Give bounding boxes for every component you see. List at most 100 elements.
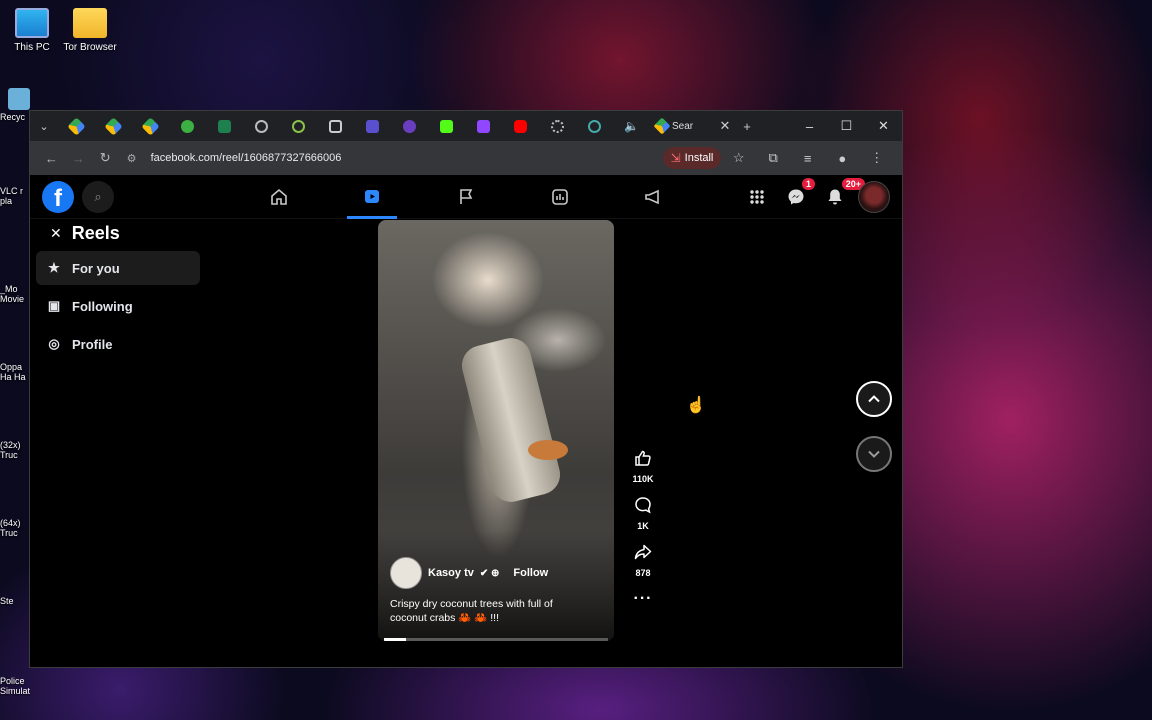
desktop-left-icon-truc64[interactable]: (64x) Truc <box>0 518 30 538</box>
tab-purple-1[interactable] <box>354 113 391 139</box>
sidebar-item-label: For you <box>72 260 120 276</box>
st-icon <box>218 119 231 133</box>
reel-caption: Crispy dry coconut trees with full of co… <box>390 598 553 624</box>
speaker-icon: 🔈 <box>624 119 639 133</box>
sidebar-item-label: Following <box>72 298 133 314</box>
desktop-left-icon-police[interactable]: Police Simulat... <box>0 676 30 696</box>
desktop-icon-tor-browser[interactable]: Tor Browser <box>58 8 122 53</box>
thumbs-up-icon <box>628 449 658 471</box>
desktop-icon-label: This PC <box>14 42 50 53</box>
video-progress-bar[interactable] <box>384 638 608 641</box>
sidebar-item-profile[interactable]: ◎ Profile <box>36 327 200 361</box>
reload-button[interactable]: ↻ <box>92 150 119 166</box>
install-button[interactable]: ⇲ Install <box>662 147 722 169</box>
share-action[interactable]: 878 <box>628 543 658 578</box>
messenger-badge: 1 <box>800 177 816 191</box>
omnibox[interactable]: ⚙ facebook.com/reel/1606877327666006 <box>123 145 663 171</box>
desktop-icon-label: Oppa Ha Ha <box>0 362 26 382</box>
tab-kick[interactable] <box>428 113 465 139</box>
reel-author: Kasoy tv ✔ ⊕ Follow <box>390 557 548 589</box>
tab-drive-1[interactable] <box>58 113 95 139</box>
ads-nav-icon[interactable] <box>628 175 678 219</box>
facebook-logo-icon[interactable]: f <box>42 181 74 213</box>
desktop-icon-this-pc[interactable]: This PC <box>0 8 64 53</box>
tab-active[interactable]: Sear <box>650 113 714 139</box>
tab-youtube[interactable] <box>502 113 539 139</box>
close-button[interactable]: ✕ <box>865 111 902 141</box>
reels-nav-icon[interactable] <box>347 175 397 219</box>
facebook-topbar: f ⌕ 1 20+ <box>30 175 902 219</box>
account-avatar[interactable] <box>858 181 890 213</box>
home-nav-icon[interactable] <box>254 175 304 219</box>
more-options-icon[interactable]: ··· <box>628 590 658 608</box>
profile-icon[interactable]: ● <box>825 151 860 166</box>
follow-button[interactable]: Follow <box>513 567 548 579</box>
tab-loading[interactable] <box>539 113 576 139</box>
search-tab-icon <box>588 119 601 133</box>
like-action[interactable]: 110K <box>628 449 658 484</box>
desktop-left-icon-steam[interactable]: Ste <box>0 596 30 606</box>
globe-icon <box>255 119 268 133</box>
reel-actions: 110K 1K 878 ··· <box>628 449 658 608</box>
maximize-button[interactable]: ☐ <box>828 111 865 141</box>
sidebar-item-for-you[interactable]: ★ For you <box>36 251 200 285</box>
tab-audio[interactable]: 🔈 <box>613 113 650 139</box>
author-avatar[interactable] <box>390 557 422 589</box>
tab-globe[interactable] <box>243 113 280 139</box>
comment-count: 1K <box>637 521 649 531</box>
comment-action[interactable]: 1K <box>628 496 658 531</box>
bookmark-star-icon[interactable]: ☆ <box>721 150 756 166</box>
drive-icon <box>104 116 123 136</box>
tab-search-dropdown-icon[interactable]: ⌄ <box>30 120 58 133</box>
url-text[interactable]: facebook.com/reel/1606877327666006 <box>151 152 342 164</box>
desktop-left-icon-oppa[interactable]: Oppa Ha Ha <box>0 362 30 382</box>
next-reel-button[interactable] <box>856 436 892 472</box>
green-app-icon <box>181 119 194 133</box>
tab-lime[interactable] <box>280 113 317 139</box>
video-progress-fill <box>384 638 407 641</box>
comment-icon <box>628 496 658 518</box>
twitch-icon <box>477 119 490 133</box>
folder-icon <box>73 8 107 38</box>
tab-drive-2[interactable] <box>95 113 132 139</box>
tab-st[interactable] <box>206 113 243 139</box>
gaming-nav-icon[interactable] <box>535 175 585 219</box>
tab-drive-3[interactable] <box>132 113 169 139</box>
browser-window: ⌄ 🔈 Sear ✕ + – ☐ ✕ ← → ↻ ⚙ facebook.com/… <box>29 110 903 668</box>
search-icon[interactable]: ⌕ <box>82 181 114 213</box>
drive-icon <box>653 117 671 135</box>
desktop-left-icon-movie[interactable]: _Mo Movie <box>0 284 30 304</box>
previous-reel-button[interactable] <box>856 381 892 417</box>
pages-nav-icon[interactable] <box>441 175 491 219</box>
recycle-bin-icon[interactable] <box>8 88 30 110</box>
youtube-icon <box>514 119 527 133</box>
extensions-icon[interactable]: ⧉ <box>756 150 791 166</box>
lime-icon <box>292 119 305 133</box>
forward-button[interactable]: → <box>65 151 92 166</box>
share-icon <box>628 543 658 565</box>
reels-page: ✕ Reels ★ For you ▣ Following ◎ Profile <box>30 219 902 667</box>
tab-search[interactable] <box>576 113 613 139</box>
new-tab-button[interactable]: + <box>736 119 758 134</box>
menu-icon[interactable]: ⋮ <box>860 150 895 166</box>
minimize-button[interactable]: – <box>791 111 828 141</box>
desktop-icon-label: _Mo Movie <box>0 284 25 304</box>
close-icon[interactable]: ✕ <box>50 225 62 242</box>
loading-icon <box>551 119 564 133</box>
back-button[interactable]: ← <box>38 151 65 166</box>
author-name[interactable]: Kasoy tv <box>428 567 474 579</box>
tab-purple-2[interactable] <box>391 113 428 139</box>
media-controls-icon[interactable]: ≡ <box>790 151 825 166</box>
desktop-left-icon-vlc[interactable]: VLC r pla <box>0 186 30 206</box>
reel-video[interactable]: Kasoy tv ✔ ⊕ Follow Crispy dry coconut t… <box>378 220 614 641</box>
desktop-icon-label: VLC r pla <box>0 186 24 206</box>
tab-green[interactable] <box>169 113 206 139</box>
desktop-left-icon-truc32[interactable]: (32x) Truc <box>0 440 30 460</box>
tab-twitch[interactable] <box>465 113 502 139</box>
site-info-icon[interactable]: ⚙ <box>127 152 143 165</box>
desktop-icon-label: Ste <box>0 596 14 606</box>
sidebar-item-following[interactable]: ▣ Following <box>36 289 200 323</box>
tab-image[interactable] <box>317 113 354 139</box>
tab-close-icon[interactable]: ✕ <box>714 118 736 134</box>
menu-grid-icon[interactable] <box>742 182 772 212</box>
